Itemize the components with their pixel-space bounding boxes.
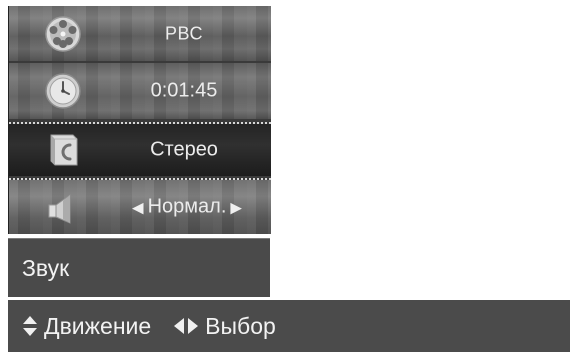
menu-item-time[interactable]: 0:01:45 [9,63,271,119]
up-down-arrows-icon [23,316,37,336]
audio-track-icon [50,134,78,166]
help-bar: Движение Выбор [8,300,570,352]
menu-title-bar: Звук [8,238,270,297]
sound-mode-value: Нормал. [147,195,227,218]
film-reel-icon [45,15,81,52]
help-select-label: Выбор [205,312,276,339]
help-select: Выбор [173,313,276,340]
help-move: Движение [22,313,151,340]
help-move-label: Движение [44,312,152,339]
sound-mode-selector: ◀ Нормал. ▶ [103,196,271,219]
time-value: 0:01:45 [150,79,218,102]
speaker-icon [48,194,71,224]
menu-item-label: РВС [165,23,203,43]
menu-item-audio-track[interactable]: Стерео [9,124,271,176]
menu-item-label: Стерео [150,138,218,161]
menu-item-sound-mode[interactable]: ◀ Нормал. ▶ [9,180,271,234]
left-arrow-icon[interactable]: ◀ [132,198,144,216]
right-arrow-icon[interactable]: ▶ [230,198,242,216]
osd-menu: РВС 0:01:45 Стерео ◀ Нормал. ▶ [8,6,271,234]
menu-title: Звук [22,254,70,281]
clock-icon [45,73,81,109]
menu-item-repeat[interactable]: РВС [9,6,271,61]
left-right-arrows-icon [174,318,199,334]
